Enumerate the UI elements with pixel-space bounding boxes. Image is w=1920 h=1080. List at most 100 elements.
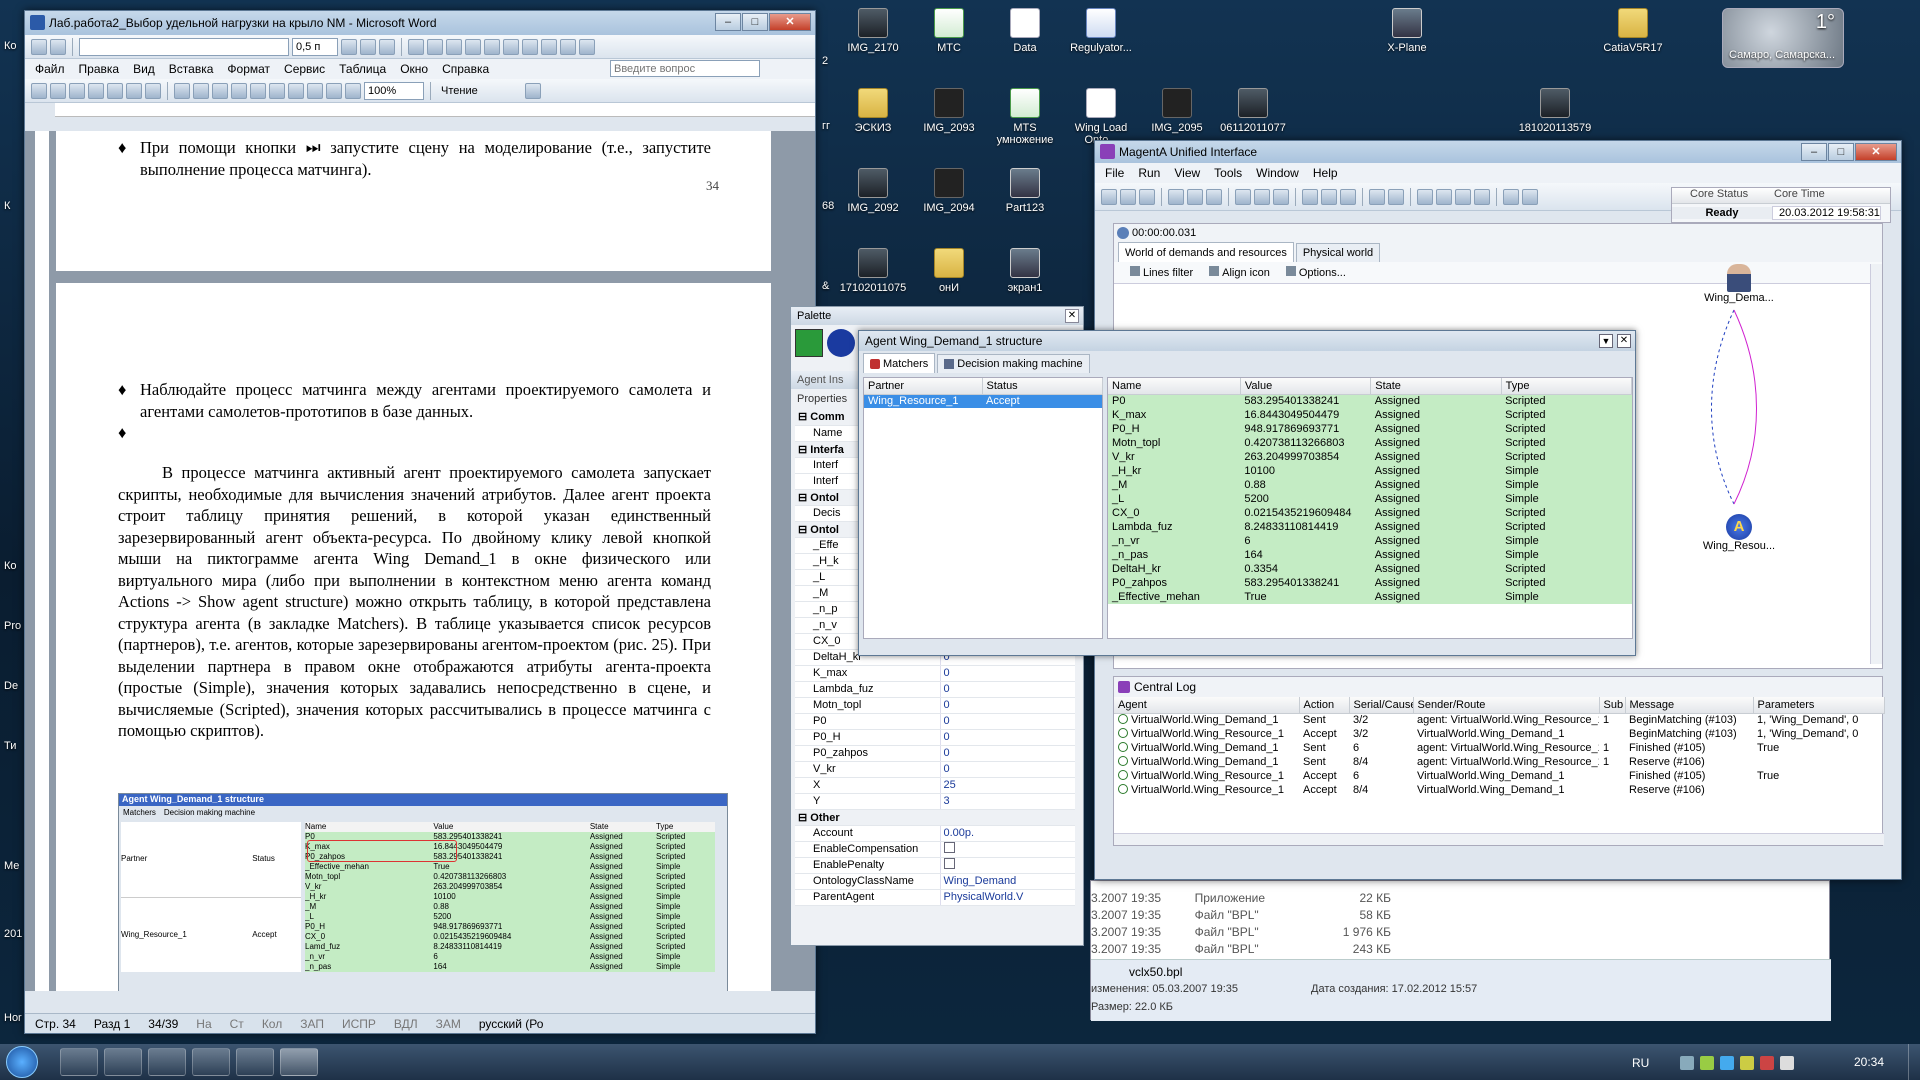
new-icon[interactable] (1101, 188, 1117, 205)
copy-icon[interactable] (193, 82, 209, 99)
log-column-header[interactable]: Parameters (1753, 697, 1885, 714)
log-column-header[interactable]: Serial/Causer (1349, 697, 1414, 714)
desktop-icon[interactable]: IMG_2170 (832, 8, 914, 54)
property-value[interactable]: 0 (939, 681, 1075, 698)
palette-agent-icon[interactable] (827, 329, 855, 357)
minimize-button[interactable]: – (715, 13, 741, 31)
font-color-icon[interactable] (524, 82, 541, 99)
open-icon[interactable] (50, 82, 66, 99)
log-column-header[interactable]: Sub (1599, 697, 1626, 714)
attribute-row[interactable]: Lambda_fuz 8.24833110814419 Assigned Script… (1108, 520, 1632, 534)
save-icon[interactable] (1139, 188, 1155, 205)
taskbar-magenta[interactable] (280, 1048, 318, 1076)
desktop-icon[interactable]: IMG_2093 (908, 88, 990, 134)
property-value[interactable] (939, 857, 1075, 874)
drawing-icon[interactable] (326, 82, 342, 99)
property-category[interactable]: ⊟ Other (795, 809, 1075, 826)
property-row[interactable]: ParentAgent PhysicalWorld.V (795, 889, 1075, 906)
taskbar-word[interactable] (148, 1048, 186, 1076)
log-row[interactable]: VirtualWorld.Wing_Resource_1 Accept 6 Virtu… (1114, 769, 1884, 783)
tray-icon[interactable] (1720, 1056, 1734, 1070)
property-value[interactable]: 0 (939, 713, 1075, 730)
hyperlink-icon[interactable] (288, 82, 304, 99)
world-scrollbar[interactable] (1870, 264, 1882, 664)
dropdown-icon[interactable] (1206, 188, 1222, 205)
open-icon[interactable] (1120, 188, 1136, 205)
minimize-button[interactable]: – (1801, 143, 1827, 161)
log-column-header[interactable]: Action (1299, 697, 1350, 714)
attribute-row[interactable]: _n_pas 164 Assigned Simple (1108, 548, 1632, 562)
clock[interactable]: 20:34 (1854, 1055, 1884, 1069)
maximize-button[interactable]: □ (1828, 143, 1854, 161)
weather-gadget[interactable]: 1° Самаро, Самарска... (1722, 8, 1844, 68)
zoom-select[interactable]: 100% (364, 81, 424, 100)
desktop-icon[interactable]: ЭСКИЗ (832, 88, 914, 134)
menu-item[interactable]: View (1174, 166, 1200, 180)
distribute-cols-icon[interactable] (522, 38, 538, 55)
log-row[interactable]: VirtualWorld.Wing_Resource_1 Accept 3/2 Vir… (1114, 727, 1884, 741)
autoformat-icon[interactable] (541, 38, 557, 55)
attribute-row[interactable]: V_kr 263.204999703854 Assigned Scripted (1108, 450, 1632, 464)
file-row[interactable]: 3.2007 19:35 Приложение 22 КБ (1091, 889, 1391, 906)
status-trk[interactable]: ИСПР (342, 1017, 376, 1031)
permission-icon[interactable] (88, 82, 104, 99)
attribute-row[interactable]: DeltaH_kr 0.3354 Assigned Scripted (1108, 562, 1632, 576)
fast-forward-icon[interactable] (1254, 188, 1270, 205)
attribute-row[interactable]: CX_0 0.0215435219609484 Assigned Scripted (1108, 506, 1632, 520)
save-scene-icon[interactable] (1436, 188, 1452, 205)
tray-icon[interactable] (1680, 1056, 1694, 1070)
desktop-icon[interactable]: MTS умножение (984, 88, 1066, 146)
taskbar-skype[interactable] (236, 1048, 274, 1076)
attribute-row[interactable]: _H_kr 10100 Assigned Simple (1108, 464, 1632, 478)
attribute-column-header[interactable]: State (1370, 378, 1502, 395)
tray-icon[interactable] (1700, 1056, 1714, 1070)
desktop-icon[interactable]: МТС (908, 8, 990, 54)
tab-matchers[interactable]: Matchers (863, 353, 936, 373)
ontology-icon[interactable] (1455, 188, 1471, 205)
desktop-icon[interactable]: Regulyator... (1060, 8, 1142, 54)
menu-item[interactable]: Вставка (169, 62, 214, 76)
file-row[interactable]: 3.2007 19:35 Файл "BPL" 243 КБ (1091, 940, 1391, 957)
desktop-icon[interactable]: Wing Load Onto... (1060, 88, 1142, 146)
network-icon[interactable] (1369, 188, 1385, 205)
menu-item[interactable]: Help (1313, 166, 1338, 180)
language-indicator[interactable]: RU (1632, 1056, 1649, 1070)
export-icon[interactable] (1417, 188, 1433, 205)
log-hscroll[interactable] (1114, 833, 1884, 845)
print-preview-icon[interactable] (126, 82, 142, 99)
desktop-icon[interactable]: IMG_2092 (832, 168, 914, 214)
reading-mode-button[interactable]: Чтение (437, 85, 482, 97)
agent-demand-node[interactable]: Wing_Dema... (1694, 264, 1784, 304)
desktop-icon[interactable]: онИ (908, 248, 990, 294)
attribute-row[interactable]: P0_H 948.917869693771 Assigned Scripted (1108, 422, 1632, 436)
log-row[interactable]: VirtualWorld.Wing_Demand_1 Sent 8/4 agent: … (1114, 755, 1884, 769)
attribute-column-header[interactable]: Type (1501, 378, 1633, 395)
property-row[interactable]: Motn_topl 0 (795, 697, 1075, 714)
magenta-titlebar[interactable]: MagentA Unified Interface – □ ✕ (1095, 141, 1901, 163)
table-icon[interactable] (408, 38, 424, 55)
list-icon[interactable] (1522, 188, 1538, 205)
menu-item[interactable]: Формат (227, 62, 270, 76)
property-row[interactable]: P0_zahpos 0 (795, 745, 1075, 762)
run-to-icon[interactable] (1273, 188, 1289, 205)
stop-icon[interactable] (1235, 188, 1251, 205)
property-row[interactable]: X 25 (795, 777, 1075, 794)
log-column-header[interactable]: Message (1625, 697, 1754, 714)
options-button[interactable]: Options... (1285, 266, 1346, 279)
menu-item[interactable]: Правка (79, 62, 120, 76)
word-titlebar[interactable]: Лаб.работа2_Выбор удельной нагрузки на к… (25, 11, 815, 35)
file-row[interactable]: 3.2007 19:35 Файл "BPL" 1 976 КБ (1091, 923, 1391, 940)
split-cells-icon[interactable] (465, 38, 481, 55)
tray-icon[interactable] (1740, 1056, 1754, 1070)
property-row[interactable]: Lambda_fuz 0 (795, 681, 1075, 698)
new-document-icon[interactable] (31, 82, 47, 99)
property-value[interactable]: 0 (939, 665, 1075, 682)
property-row[interactable]: Account 0.00р. (795, 825, 1075, 842)
desktop-icon[interactable]: IMG_2095 (1136, 88, 1218, 134)
taskbar-notepad[interactable] (192, 1048, 230, 1076)
palette-pencil-icon[interactable] (795, 329, 823, 357)
paste-icon[interactable] (212, 82, 228, 99)
close-button[interactable]: ✕ (1855, 143, 1897, 161)
desktop-icon[interactable]: 06112011077 (1212, 88, 1294, 134)
property-value[interactable]: 0.00р. (939, 825, 1075, 842)
